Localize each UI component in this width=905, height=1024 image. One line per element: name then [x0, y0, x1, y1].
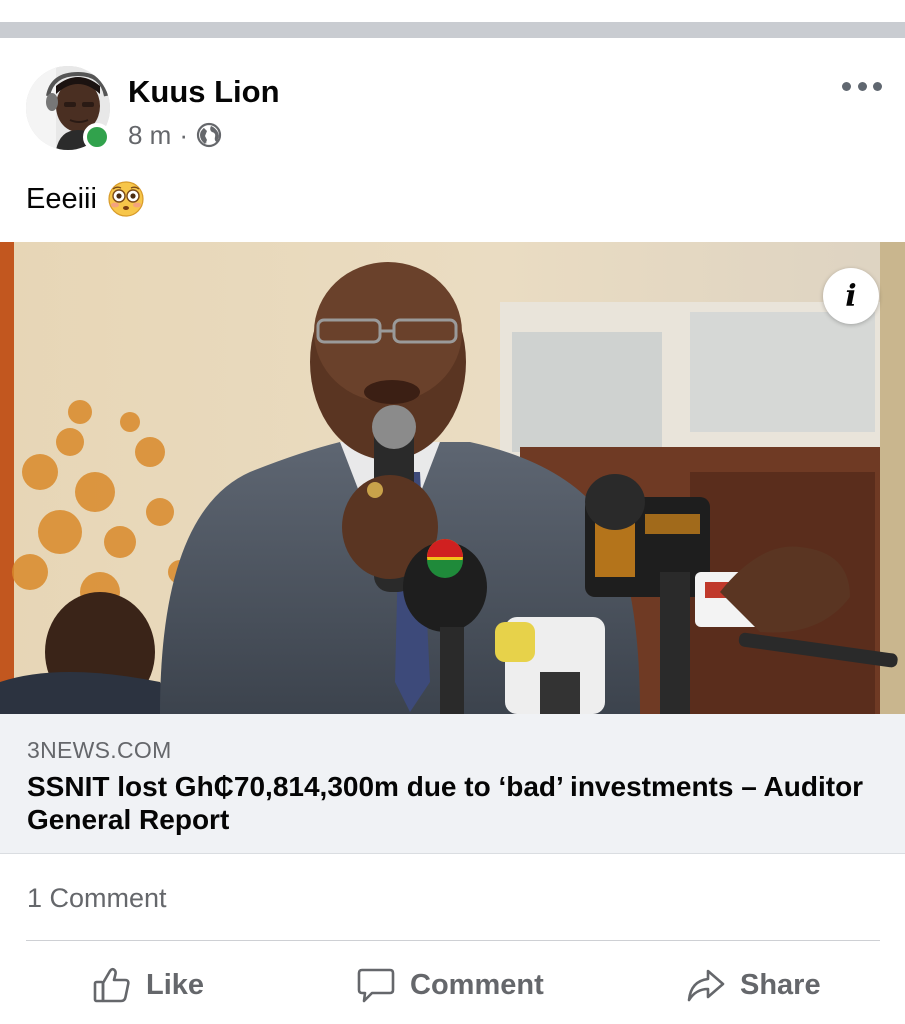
link-preview-info[interactable]: 3NEWS.COM SSNIT lost Gh₵70,814,300m due … — [0, 714, 905, 854]
flushed-face-emoji — [108, 181, 144, 217]
more-options-icon[interactable] — [842, 76, 882, 96]
post-header: Kuus Lion 8 m · — [0, 38, 905, 158]
post-time[interactable]: 8 m — [128, 120, 171, 151]
link-title[interactable]: SSNIT lost Gh₵70,814,300m due to ‘bad’ i… — [27, 770, 877, 836]
post-text: Eeeiii — [26, 180, 145, 218]
thumbs-up-icon — [93, 967, 130, 1003]
link-domain: 3NEWS.COM — [27, 737, 172, 763]
online-status-indicator — [83, 123, 111, 151]
comment-button[interactable]: Comment — [356, 960, 544, 1010]
comment-count[interactable]: 1 Comment — [27, 883, 167, 914]
actions-divider — [26, 940, 880, 941]
top-strip — [0, 0, 905, 22]
link-preview-image[interactable]: i — [0, 242, 905, 714]
globe-icon[interactable] — [196, 122, 222, 148]
info-icon[interactable]: i — [823, 268, 879, 324]
more-dot — [873, 81, 882, 91]
more-dot — [842, 81, 851, 91]
share-label: Share — [740, 968, 821, 1001]
share-button[interactable]: Share — [686, 960, 821, 1010]
comment-icon — [357, 968, 395, 1003]
author-name[interactable]: Kuus Lion — [128, 74, 280, 110]
like-button[interactable]: Like — [92, 960, 204, 1010]
more-dot — [857, 81, 867, 91]
post-meta: 8 m · — [128, 118, 222, 152]
like-label: Like — [146, 968, 205, 1001]
post-text-content: Eeeiii — [26, 182, 97, 215]
comment-label: Comment — [410, 968, 544, 1001]
share-icon — [687, 969, 725, 1002]
feed-divider — [0, 22, 905, 38]
speaker-photo — [0, 242, 905, 714]
feed-post: Kuus Lion 8 m · Eeeiii i 3NEWS.COM SSNIT… — [0, 38, 905, 1024]
meta-separator: · — [179, 119, 189, 150]
